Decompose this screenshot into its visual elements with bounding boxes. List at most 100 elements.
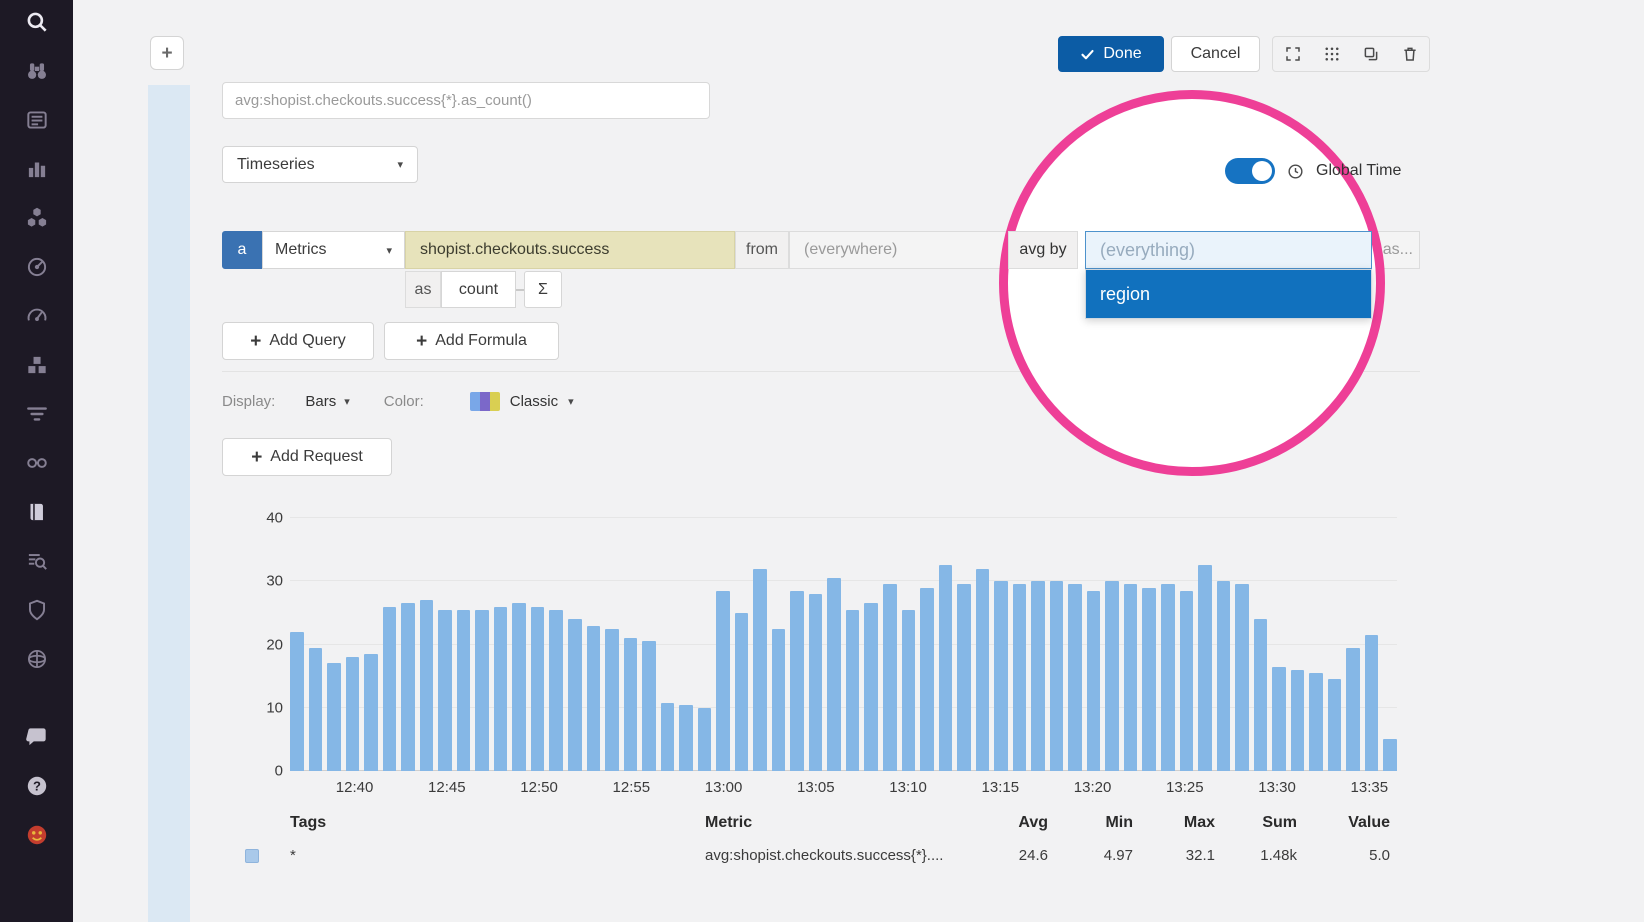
chart-y-axis: 010203040 bbox=[250, 518, 283, 771]
notebooks-icon[interactable] bbox=[23, 498, 51, 526]
chevron-down-icon: ▾ bbox=[397, 158, 403, 171]
metrics-gauge-icon[interactable] bbox=[23, 302, 51, 330]
chart-bar bbox=[549, 610, 563, 771]
fullscreen-icon[interactable] bbox=[1284, 45, 1302, 63]
dropdown-option-region[interactable]: region bbox=[1086, 270, 1371, 318]
add-formula-button[interactable]: + Add Formula bbox=[384, 322, 559, 360]
plus-icon: + bbox=[161, 44, 172, 63]
chart-bar bbox=[1068, 584, 1082, 771]
chart-bar bbox=[735, 613, 749, 771]
copy-icon[interactable] bbox=[1362, 45, 1380, 63]
as-clipped-text: as... bbox=[1383, 241, 1413, 259]
search-icon[interactable] bbox=[23, 8, 51, 36]
col-header-value: Value bbox=[1300, 814, 1390, 832]
watchdog-icon[interactable] bbox=[23, 57, 51, 85]
synthetics-link-icon[interactable] bbox=[23, 449, 51, 477]
query-preview-input[interactable]: avg:shopist.checkouts.success{*}.as_coun… bbox=[222, 82, 710, 119]
palette-swatch bbox=[470, 392, 500, 411]
toggle-knob bbox=[1252, 161, 1272, 181]
chart-bar bbox=[401, 603, 415, 771]
add-request-button[interactable]: + Add Request bbox=[222, 438, 392, 476]
chart-plot-area[interactable] bbox=[290, 518, 1397, 771]
x-tick-label: 13:25 bbox=[1166, 779, 1204, 796]
aggregator-select[interactable]: avg by bbox=[1008, 231, 1078, 269]
row-avg: 24.6 bbox=[958, 847, 1048, 864]
timeseries-chart: 010203040 12:4012:4512:5012:5513:0013:05… bbox=[250, 508, 1400, 808]
x-tick-label: 13:30 bbox=[1258, 779, 1296, 796]
plus-icon: + bbox=[251, 448, 262, 467]
global-time-toggle[interactable] bbox=[1225, 158, 1275, 184]
scope-input[interactable]: (everywhere) bbox=[789, 231, 1008, 269]
rollup-select[interactable]: count bbox=[441, 271, 516, 308]
chart-bar bbox=[1235, 584, 1249, 771]
groupby-placeholder: (everything) bbox=[1100, 240, 1195, 261]
add-query-button[interactable]: + Add Query bbox=[222, 322, 374, 360]
infrastructure-icon[interactable] bbox=[23, 204, 51, 232]
col-header-tags: Tags bbox=[290, 814, 326, 832]
data-source-value: Metrics bbox=[275, 241, 327, 259]
x-tick-label: 13:00 bbox=[705, 779, 743, 796]
trash-icon[interactable] bbox=[1401, 45, 1419, 63]
cancel-button[interactable]: Cancel bbox=[1171, 36, 1260, 72]
monitors-icon[interactable] bbox=[23, 253, 51, 281]
add-request-label: Add Request bbox=[270, 448, 363, 466]
integrations-icon[interactable] bbox=[23, 351, 51, 379]
x-tick-label: 13:15 bbox=[982, 779, 1020, 796]
global-time-label: Global Time bbox=[1316, 162, 1401, 180]
chart-bar bbox=[290, 632, 304, 771]
chevron-down-icon: ▾ bbox=[344, 395, 350, 408]
dashboards-icon[interactable] bbox=[23, 155, 51, 183]
palette-select[interactable]: Classic ▾ bbox=[470, 392, 574, 411]
security-shield-icon[interactable] bbox=[23, 596, 51, 624]
sidebar: ? bbox=[0, 0, 73, 922]
sigma-label: Σ bbox=[538, 281, 548, 299]
metric-name-input[interactable]: shopist.checkouts.success bbox=[405, 231, 735, 269]
chart-bar bbox=[846, 610, 860, 771]
col-header-metric: Metric bbox=[705, 814, 752, 832]
plus-icon: + bbox=[250, 332, 261, 351]
col-header-max: Max bbox=[1125, 814, 1215, 832]
chart-bar bbox=[1161, 584, 1175, 771]
chart-bar bbox=[1346, 648, 1360, 771]
viz-type-select[interactable]: Timeseries ▾ bbox=[222, 146, 418, 183]
chart-bar bbox=[327, 663, 341, 771]
row-value: 5.0 bbox=[1300, 847, 1390, 864]
events-icon[interactable] bbox=[23, 106, 51, 134]
chart-bar bbox=[1105, 581, 1119, 771]
groupby-dropdown-list: region bbox=[1085, 269, 1372, 319]
chart-bar bbox=[957, 584, 971, 771]
done-button[interactable]: Done bbox=[1058, 36, 1164, 72]
apm-funnel-icon[interactable] bbox=[23, 400, 51, 428]
chart-bar bbox=[753, 569, 767, 771]
network-globe-icon[interactable] bbox=[23, 645, 51, 673]
x-tick-label: 12:55 bbox=[613, 779, 651, 796]
display-type-select[interactable]: Bars ▾ bbox=[305, 393, 349, 410]
chart-bar bbox=[661, 703, 675, 771]
chat-feedback-icon[interactable] bbox=[23, 723, 51, 751]
chart-bar bbox=[698, 708, 712, 771]
chart-x-axis: 12:4012:4512:5012:5513:0013:0513:1013:15… bbox=[290, 779, 1397, 801]
add-widget-button[interactable]: + bbox=[150, 36, 184, 70]
chart-bar bbox=[475, 610, 489, 771]
chart-bar bbox=[1365, 635, 1379, 771]
data-source-select[interactable]: Metrics ▾ bbox=[262, 231, 405, 269]
from-label: from bbox=[735, 231, 789, 269]
grid-dots-icon[interactable] bbox=[1323, 45, 1341, 63]
logs-icon[interactable] bbox=[23, 547, 51, 575]
x-tick-label: 12:45 bbox=[428, 779, 466, 796]
help-icon[interactable]: ? bbox=[23, 772, 51, 800]
chart-bar bbox=[383, 607, 397, 771]
query-letter-badge[interactable]: a bbox=[222, 231, 262, 269]
y-tick-label: 20 bbox=[266, 636, 283, 653]
chart-bar bbox=[642, 641, 656, 771]
as-label: as bbox=[405, 271, 441, 308]
chart-bar bbox=[1254, 619, 1268, 771]
x-tick-label: 12:50 bbox=[520, 779, 558, 796]
chart-bar bbox=[772, 629, 786, 771]
chart-bar bbox=[438, 610, 452, 771]
viz-type-value: Timeseries bbox=[237, 156, 315, 174]
series-swatch[interactable] bbox=[245, 849, 259, 863]
groupby-input[interactable]: (everything) bbox=[1085, 231, 1372, 269]
sigma-function-button[interactable]: Σ bbox=[524, 271, 562, 308]
chart-bar bbox=[494, 607, 508, 771]
